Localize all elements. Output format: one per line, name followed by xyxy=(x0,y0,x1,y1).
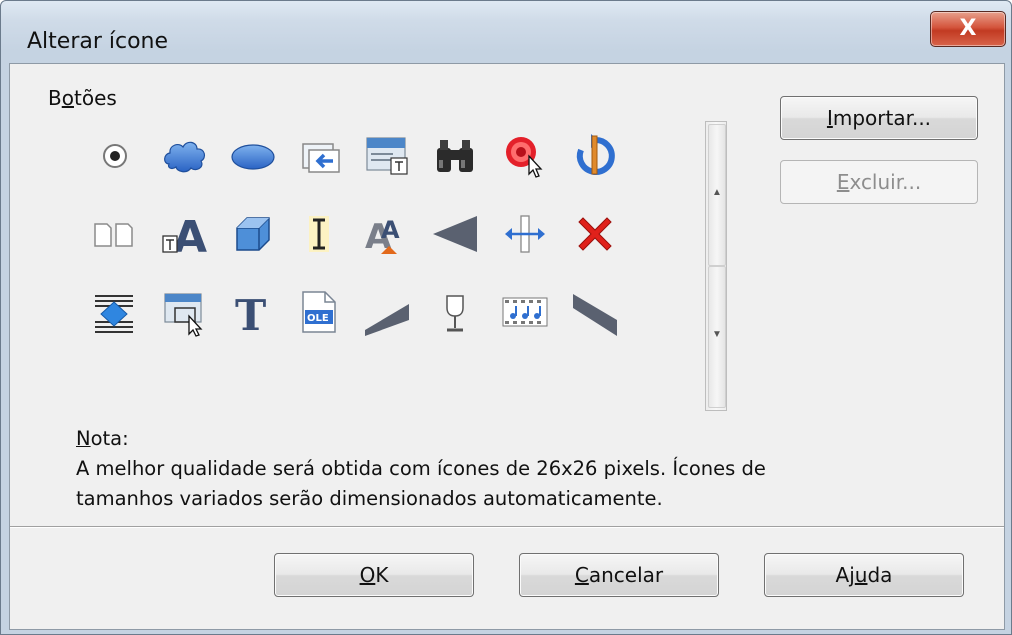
record-macro-icon[interactable] xyxy=(498,128,552,184)
close-button[interactable]: X xyxy=(930,11,1006,47)
ok-label: K xyxy=(375,563,389,587)
svg-text:A: A xyxy=(173,212,207,260)
import-button[interactable]: Importar... xyxy=(780,96,978,140)
icon-grid[interactable]: A AA T OLE xyxy=(74,124,644,364)
note-block: Nota: A melhor qualidade será obtida com… xyxy=(76,424,766,514)
undo-rotate-icon[interactable] xyxy=(568,128,622,184)
cancel-label: ancelar xyxy=(588,563,664,587)
two-pages-icon[interactable] xyxy=(88,206,142,262)
slanted-shape-up-icon[interactable] xyxy=(360,284,414,340)
footer-separator xyxy=(10,526,1004,528)
ok-accelerator: O xyxy=(359,563,376,587)
ole-object-icon[interactable]: OLE xyxy=(292,284,346,340)
radio-button-icon[interactable] xyxy=(88,128,142,184)
fontwork-form-icon[interactable]: A xyxy=(158,206,212,262)
cloud-shape-icon[interactable] xyxy=(158,128,212,184)
import-label: mportar... xyxy=(832,106,932,130)
ok-button[interactable]: OK xyxy=(274,553,474,597)
help-accelerator: u xyxy=(854,563,868,587)
triangle-left-shape-icon[interactable] xyxy=(428,206,482,262)
svg-text:A: A xyxy=(381,216,400,244)
cancel-button[interactable]: Cancelar xyxy=(519,553,719,597)
svg-text:OLE: OLE xyxy=(307,313,329,324)
text-t-icon[interactable]: T xyxy=(226,284,280,340)
buttons-section-label: Botões xyxy=(48,86,117,110)
character-format-icon[interactable]: AA xyxy=(360,206,414,262)
note-accelerator: N xyxy=(76,427,91,450)
delete-label: xcluir... xyxy=(849,170,922,194)
buttons-label-accelerator: o xyxy=(61,86,74,110)
note-label: Nota: xyxy=(76,424,766,454)
note-line-1: A melhor qualidade será obtida com ícone… xyxy=(76,457,766,480)
ellipse-shape-icon[interactable] xyxy=(226,128,280,184)
help-label-pre: Aj xyxy=(835,563,855,587)
music-film-icon[interactable] xyxy=(498,284,552,340)
buttons-label-prefix: B xyxy=(48,86,62,110)
scroll-down-icon: ▼ xyxy=(712,329,722,340)
dialog-body: Botões A A A T OLE ▲ ▼ Importar... Exclu… xyxy=(9,63,1005,630)
help-button[interactable]: Ajuda xyxy=(764,553,964,597)
help-label-rest: da xyxy=(867,563,893,587)
cube-3d-icon[interactable] xyxy=(226,206,280,262)
delete-accelerator: E xyxy=(836,170,850,194)
insert-frame-icon[interactable] xyxy=(292,128,346,184)
svg-text:T: T xyxy=(235,291,266,338)
note-label-rest: ota: xyxy=(90,427,129,450)
buttons-label-rest: tões xyxy=(73,86,117,110)
delete-button[interactable]: Excluir... xyxy=(780,160,978,204)
scroll-down-button[interactable]: ▼ xyxy=(708,266,726,408)
dialog-window: Alterar ícone X Botões A A A T OLE ▲ ▼ I… xyxy=(0,0,1012,635)
move-handle-icon[interactable] xyxy=(498,206,552,262)
insert-object-icon[interactable] xyxy=(88,284,142,340)
window-title: Alterar ícone xyxy=(27,29,169,54)
text-cursor-icon[interactable] xyxy=(292,206,346,262)
title-bar[interactable]: Alterar ícone X xyxy=(1,1,1011,61)
note-line-2: tamanhos variados serão dimensionados au… xyxy=(76,487,663,510)
binoculars-icon[interactable] xyxy=(428,128,482,184)
selection-frame-icon[interactable] xyxy=(158,284,212,340)
goblet-icon[interactable] xyxy=(428,284,482,340)
scroll-up-icon: ▲ xyxy=(712,187,722,198)
cancel-accelerator: C xyxy=(574,563,589,587)
delete-x-icon[interactable] xyxy=(568,206,622,262)
close-icon: X xyxy=(959,16,977,41)
form-design-icon[interactable] xyxy=(360,128,414,184)
scroll-up-button[interactable]: ▲ xyxy=(708,124,726,266)
icon-grid-scrollbar[interactable]: ▲ ▼ xyxy=(705,121,727,411)
slanted-shape-down-icon[interactable] xyxy=(568,284,622,340)
